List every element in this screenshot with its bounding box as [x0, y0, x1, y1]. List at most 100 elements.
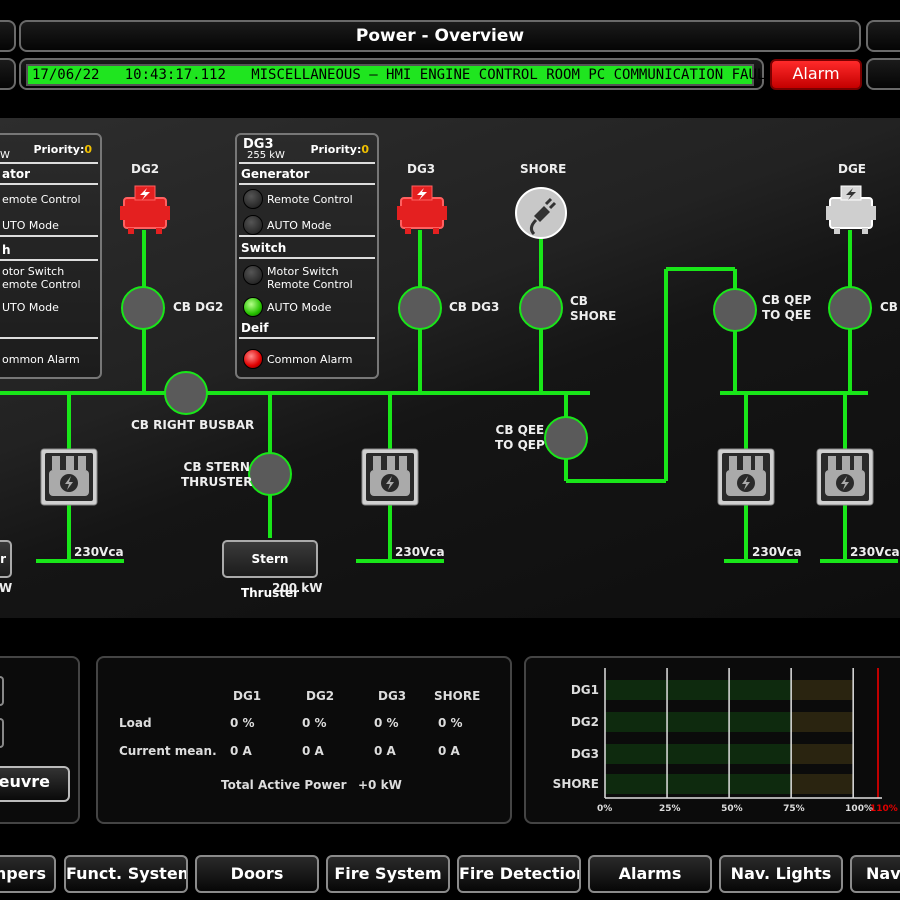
power-table-panel: DG1 DG2 DG3 SHORE Load 0 % 0 % 0 % 0 % C… [96, 656, 512, 824]
left-section-switch: h [2, 243, 11, 257]
dg3-priority-label: Priority: [310, 143, 362, 156]
dg3-panel-power: 255 kW [247, 150, 285, 161]
bar-label-shore: SHORE [552, 777, 599, 791]
cb-dg3-label: CB DG3 [449, 300, 500, 314]
divider [239, 337, 375, 339]
left-panel-sub: W [0, 150, 10, 161]
cb-right-busbar-label: CB RIGHT BUSBAR [131, 418, 255, 432]
left-panel-priority: Priority:0 [34, 143, 93, 156]
right-top-button[interactable] [866, 20, 900, 52]
manoeuvre-button[interactable]: oeuvre [0, 766, 70, 802]
dg3-status-panel[interactable]: DG3 255 kW Priority:0 Generator Remote C… [235, 133, 379, 379]
stern-thruster-power: 200 kW [272, 581, 323, 595]
tick-label: 0% [597, 804, 613, 814]
left-row-motor-2: emote Control [2, 278, 81, 291]
remote-control-led [243, 189, 263, 209]
dg3-row-remote: Remote Control [267, 193, 353, 206]
nav-label: Fire Detection [459, 864, 581, 883]
nav-label: mpers [0, 864, 46, 883]
nav-label: Alarms [618, 864, 682, 883]
bar-label-dg1: DG1 [570, 683, 599, 697]
divider [239, 235, 375, 237]
voltage-label: 230Vca [74, 545, 124, 559]
motor-switch-led [243, 265, 263, 285]
load-shore: 0 % [438, 716, 463, 730]
transformer-icon[interactable] [717, 448, 775, 506]
nav-mpers[interactable]: mpers [0, 855, 56, 893]
nav-label: Doors [230, 864, 284, 883]
left-consumer-label: r [0, 552, 6, 566]
common-alarm-led [243, 349, 263, 369]
col-shore: SHORE [434, 689, 481, 703]
left-control-2[interactable] [0, 718, 4, 748]
cb-shore-label-2: SHORE [570, 309, 617, 323]
left-row-motor: otor Switch emote Control [2, 265, 81, 291]
cb-stern-label: CB STERN THRUSTER [181, 460, 252, 490]
voltage-label: 230Vca [752, 545, 802, 559]
left-section-generator: ator [2, 167, 30, 181]
dg2-generator-icon[interactable] [118, 184, 172, 236]
left-priority-label: Priority: [33, 143, 85, 156]
page-title: Power - Overview [355, 26, 525, 46]
stern-thruster-box[interactable]: Stern Thruster [222, 540, 318, 600]
nav-fire-system[interactable]: Fire System [326, 855, 450, 893]
nav-label: Funct. Systems [66, 864, 186, 883]
alarm-time: 10:43:17.112 [124, 67, 226, 83]
shore-label: SHORE [520, 162, 567, 176]
left-row-auto2: UTO Mode [2, 301, 59, 314]
tick-label: 25% [659, 804, 681, 814]
col-dg2: DG2 [306, 689, 335, 703]
left-bottom-panel: oeuvre [0, 656, 80, 824]
cb-stern-label-1: CB STERN [183, 460, 250, 474]
transformer-icon[interactable] [816, 448, 874, 506]
bar-label-dg2: DG2 [570, 715, 599, 729]
dg3-generator-icon[interactable] [395, 184, 449, 236]
dg3-row-auto2: AUTO Mode [267, 301, 332, 314]
tick-label: 100% [845, 804, 873, 814]
cb-dge-label: CB [880, 300, 898, 314]
alarm-message-bar[interactable]: 17/06/22 10:43:17.112 MISCELLANEOUS – HM… [26, 64, 774, 86]
col-dg1: DG1 [233, 689, 262, 703]
nav-doors[interactable]: Doors [195, 855, 319, 893]
nav-fire-detection[interactable]: Fire Detection [457, 855, 581, 893]
dg2-label: DG2 [131, 162, 160, 176]
shore-plug-icon[interactable] [514, 186, 568, 240]
cb-qep-label: CB QEP TO QEE [762, 293, 811, 323]
left-row-common: ommon Alarm [2, 353, 80, 366]
load-chart-panel: DG1 DG2 DG3 SHORE 0% 25% 50% 75% 100% 110% [524, 656, 900, 824]
cb-shore [519, 286, 563, 330]
current-dg2: 0 A [302, 744, 324, 758]
nav-label: Nav. [866, 864, 900, 883]
right-alarm-button[interactable] [866, 58, 900, 90]
bar-warning-zone [791, 680, 854, 700]
alarm-button[interactable]: Alarm [770, 59, 862, 90]
dg3-panel-priority: Priority:0 [311, 143, 370, 156]
dge-generator-icon[interactable] [822, 184, 880, 236]
dg3-row-common: Common Alarm [267, 353, 353, 366]
col-dg3: DG3 [378, 689, 407, 703]
left-row-motor-1: otor Switch [2, 265, 65, 278]
load-dg2: 0 % [302, 716, 327, 730]
nav-funct-systems[interactable]: Funct. Systems [64, 855, 188, 893]
left-row-auto: UTO Mode [2, 219, 59, 232]
nav-nav-lights[interactable]: Nav. Lights [719, 855, 843, 893]
transformer-icon[interactable] [40, 448, 98, 506]
cb-shore-label-1: CB [570, 294, 588, 308]
divider [239, 257, 375, 259]
left-consumer-box[interactable]: r [0, 540, 12, 578]
load-dg1: 0 % [230, 716, 255, 730]
nav-alarms[interactable]: Alarms [588, 855, 712, 893]
left-top-button[interactable] [0, 20, 16, 52]
dg3-label: DG3 [407, 162, 436, 176]
total-active-power-value: +0 kW [358, 778, 402, 792]
auto-mode-led [243, 215, 263, 235]
cb-right-busbar [164, 371, 208, 415]
left-control-1[interactable] [0, 676, 4, 706]
bar-warning-zone [791, 774, 854, 794]
left-alarm-button[interactable] [0, 58, 16, 90]
cb-dg3 [398, 286, 442, 330]
nav-nav[interactable]: Nav. [850, 855, 900, 893]
dg3-section-generator: Generator [241, 167, 310, 181]
title-bar: Power - Overview [19, 20, 861, 52]
transformer-icon[interactable] [361, 448, 419, 506]
